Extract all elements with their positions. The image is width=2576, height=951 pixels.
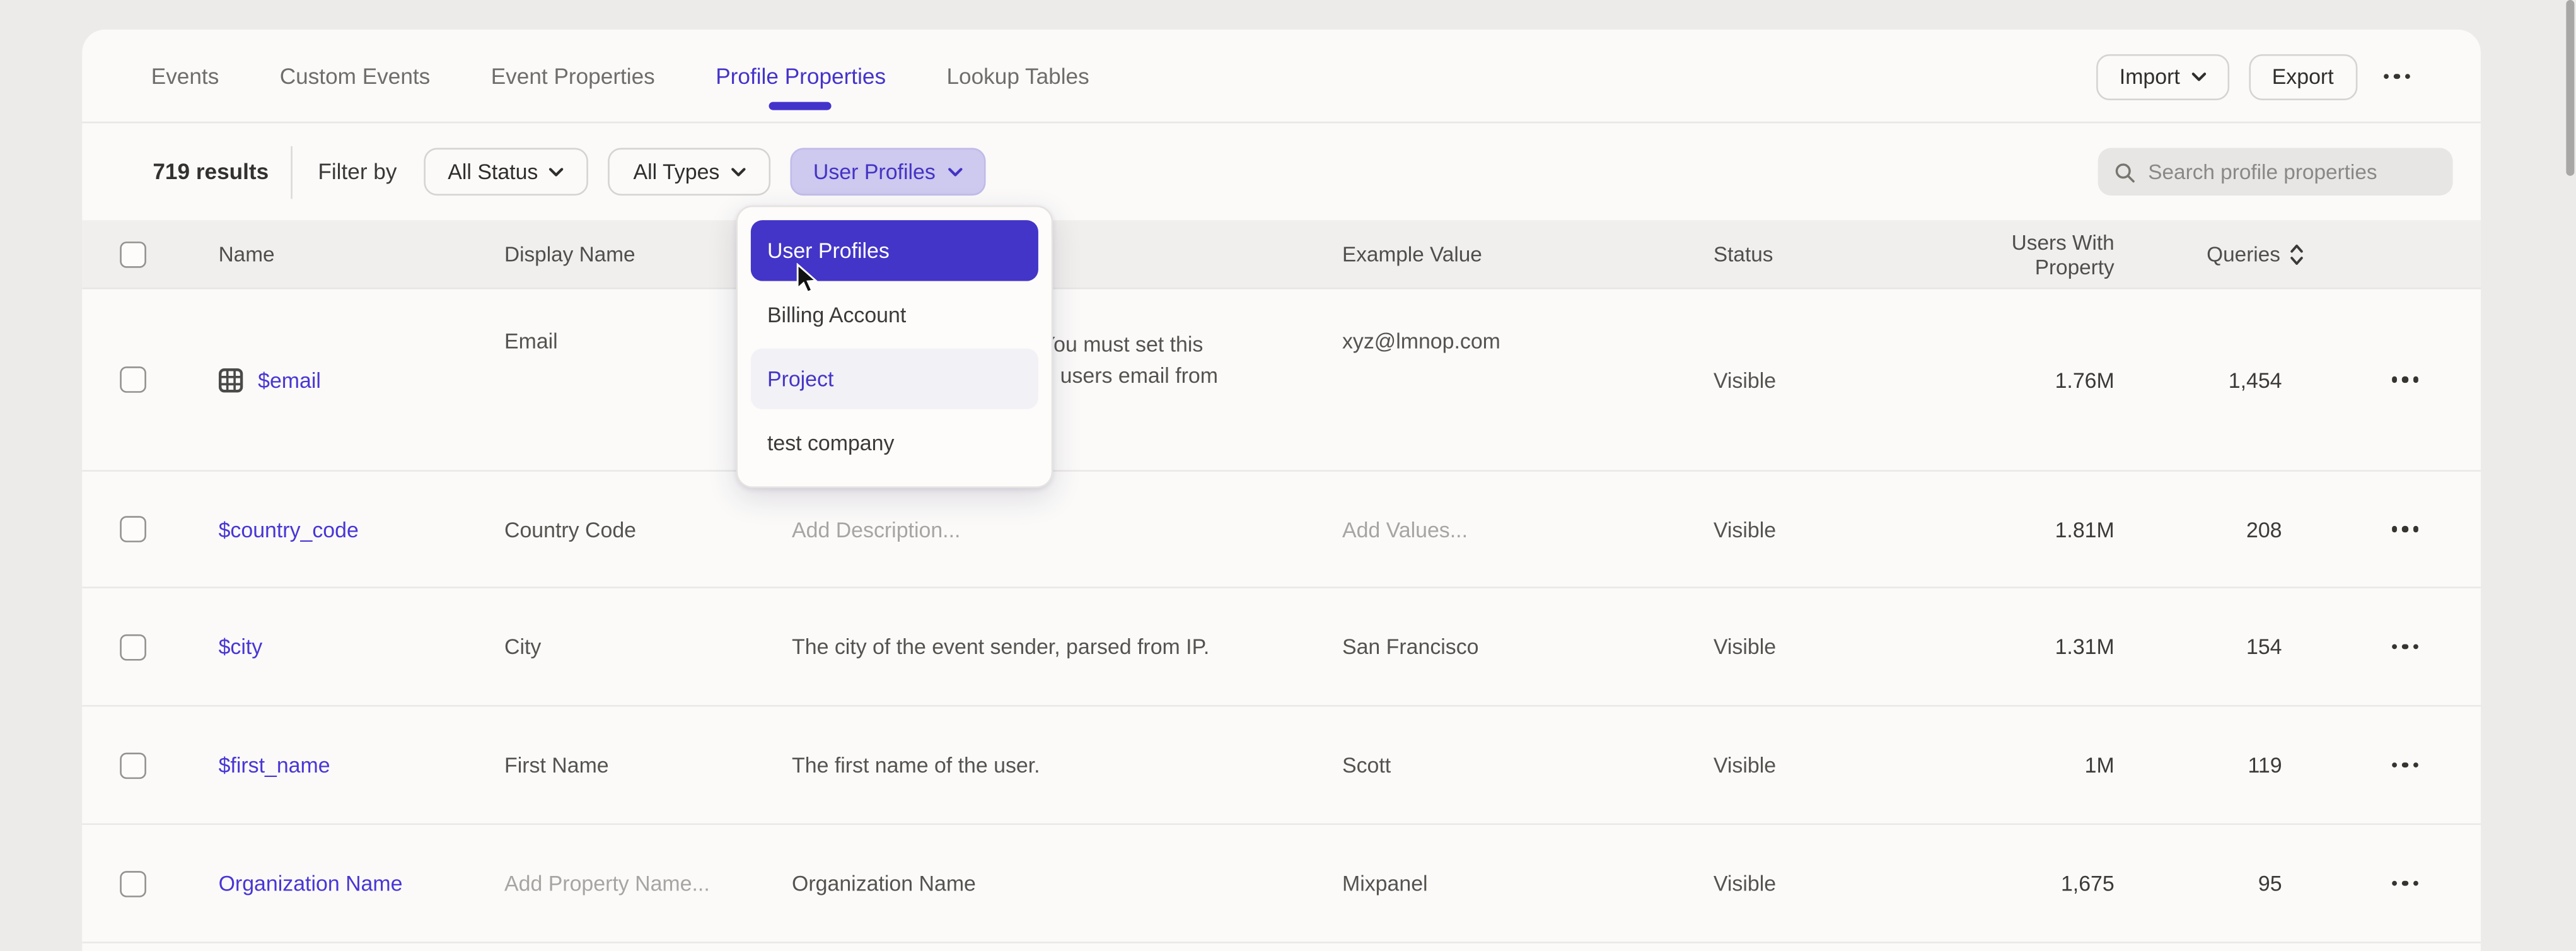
results-count: 719 results (153, 160, 269, 184)
import-button[interactable]: Import (2096, 54, 2229, 100)
queries-cell: 208 (2115, 472, 2305, 586)
import-button-label: Import (2120, 64, 2180, 89)
mouse-cursor-icon (795, 263, 820, 296)
users-with-property-cell: 1.81M (1927, 472, 2115, 586)
status-cell: Visible (1714, 472, 1927, 586)
filter-by-label: Filter by (318, 160, 397, 184)
dropdown-item-project[interactable]: Project (751, 348, 1038, 409)
chevron-down-icon (731, 166, 746, 177)
table-row: $country_code Country Code Add Descripti… (82, 472, 2481, 588)
queries-cell: 154 (2115, 588, 2305, 705)
tab-event-properties[interactable]: Event Properties (491, 30, 655, 122)
select-all-checkbox[interactable] (120, 241, 146, 267)
row-actions-button[interactable] (2385, 516, 2425, 542)
tab-lookup-tables[interactable]: Lookup Tables (946, 30, 1089, 122)
column-header-example-value: Example Value (1342, 220, 1714, 288)
more-options-button[interactable] (2376, 64, 2416, 89)
chevron-down-icon (550, 166, 564, 177)
queries-cell: 119 (2115, 707, 2305, 824)
row-checkbox[interactable] (120, 516, 146, 542)
row-checkbox[interactable] (120, 870, 146, 897)
chevron-down-icon (2191, 71, 2206, 81)
sort-icon[interactable] (2289, 242, 2305, 265)
property-name-link[interactable]: $email (258, 367, 321, 392)
export-button[interactable]: Export (2249, 54, 2357, 100)
description-cell[interactable]: Add Description... (792, 513, 960, 545)
property-name-link[interactable]: $country_code (219, 517, 359, 542)
row-actions-button[interactable] (2385, 367, 2425, 392)
example-value-cell[interactable]: Mixpanel (1342, 825, 1714, 942)
search-icon (2115, 160, 2135, 183)
toolbar: Import Export (2096, 30, 2481, 124)
example-value-cell[interactable]: Add Values... (1342, 472, 1714, 586)
search-input[interactable] (2148, 160, 2436, 184)
entity-dropdown-menu: User Profiles Billing Account Project te… (736, 206, 1053, 488)
row-checkbox[interactable] (120, 752, 146, 778)
row-actions-button[interactable] (2385, 870, 2425, 896)
column-header-queries[interactable]: Queries (2115, 220, 2305, 288)
display-name-cell[interactable]: Country Code (504, 472, 792, 586)
status-cell: Visible (1714, 825, 1927, 942)
row-checkbox[interactable] (120, 366, 146, 393)
display-name-cell[interactable]: First Name (504, 707, 792, 824)
users-with-property-cell: 1.31M (1927, 588, 2115, 705)
row-actions-button[interactable] (2385, 752, 2425, 778)
description-cell[interactable]: Organization Name (792, 868, 976, 899)
chevron-down-icon (949, 166, 963, 177)
status-cell: Visible (1714, 588, 1927, 705)
export-button-label: Export (2272, 64, 2334, 89)
display-name-cell[interactable]: City (504, 588, 792, 705)
table-row: Organization Name Add Property Name... O… (82, 825, 2481, 943)
column-header-status: Status (1714, 220, 1927, 288)
tab-custom-events[interactable]: Custom Events (280, 30, 431, 122)
status-filter-button[interactable]: All Status (423, 148, 589, 196)
table-row: $first_name First Name The first name of… (82, 707, 2481, 826)
display-name-cell[interactable]: Add Property Name... (504, 825, 792, 942)
property-name-link[interactable]: $city (219, 634, 263, 659)
status-filter-label: All Status (448, 160, 538, 184)
dropdown-item-user-profiles[interactable]: User Profiles (751, 220, 1038, 281)
search-box[interactable] (2098, 148, 2453, 196)
page: Events Custom Events Event Properties Pr… (0, 0, 2576, 951)
users-with-property-cell: 1.76M (1927, 289, 2115, 470)
status-cell: Visible (1714, 707, 1927, 824)
queries-cell: 1,454 (2115, 289, 2305, 470)
row-actions-button[interactable] (2385, 634, 2425, 659)
example-value-cell[interactable]: Scott (1342, 707, 1714, 824)
type-filter-button[interactable]: All Types (608, 148, 770, 196)
property-name-link[interactable]: $first_name (219, 752, 330, 777)
table-row: $email Email The user's email address. Y… (82, 289, 2481, 472)
vertical-scrollbar[interactable] (2566, 0, 2574, 176)
queries-cell: 95 (2115, 825, 2305, 942)
example-value-cell[interactable]: San Francisco (1342, 588, 1714, 705)
properties-panel: Events Custom Events Event Properties Pr… (82, 30, 2481, 951)
dropdown-item-billing-account[interactable]: Billing Account (751, 284, 1038, 345)
dropdown-item-test-company[interactable]: test company (751, 412, 1038, 473)
tabs: Events Custom Events Event Properties Pr… (151, 30, 1089, 122)
status-cell: Visible (1714, 289, 1927, 470)
lookup-table-icon (219, 367, 243, 392)
column-header-users-with-property: Users With Property (1927, 220, 2115, 288)
filter-bar: 719 results Filter by All Status All Typ… (82, 123, 2481, 220)
users-with-property-cell: 1M (1927, 707, 2115, 824)
description-cell[interactable]: The first name of the user. (792, 749, 1040, 781)
type-filter-label: All Types (634, 160, 720, 184)
example-value-cell[interactable]: xyz@lmnop.com (1342, 289, 1714, 470)
entity-filter-button[interactable]: User Profiles (790, 148, 986, 196)
table-row: $city City The city of the event sender,… (82, 588, 2481, 707)
column-header-name: Name (219, 220, 504, 288)
tab-bar: Events Custom Events Event Properties Pr… (82, 30, 2481, 124)
row-checkbox[interactable] (120, 634, 146, 660)
divider (290, 146, 292, 198)
tab-profile-properties[interactable]: Profile Properties (716, 30, 886, 122)
entity-filter-label: User Profiles (813, 160, 936, 184)
tab-events[interactable]: Events (151, 30, 219, 122)
property-name-link[interactable]: Organization Name (219, 871, 403, 896)
table-header: Name Display Name Example Value Status U… (82, 220, 2481, 289)
users-with-property-cell: 1,675 (1927, 825, 2115, 942)
description-cell[interactable]: The city of the event sender, parsed fro… (792, 631, 1209, 663)
